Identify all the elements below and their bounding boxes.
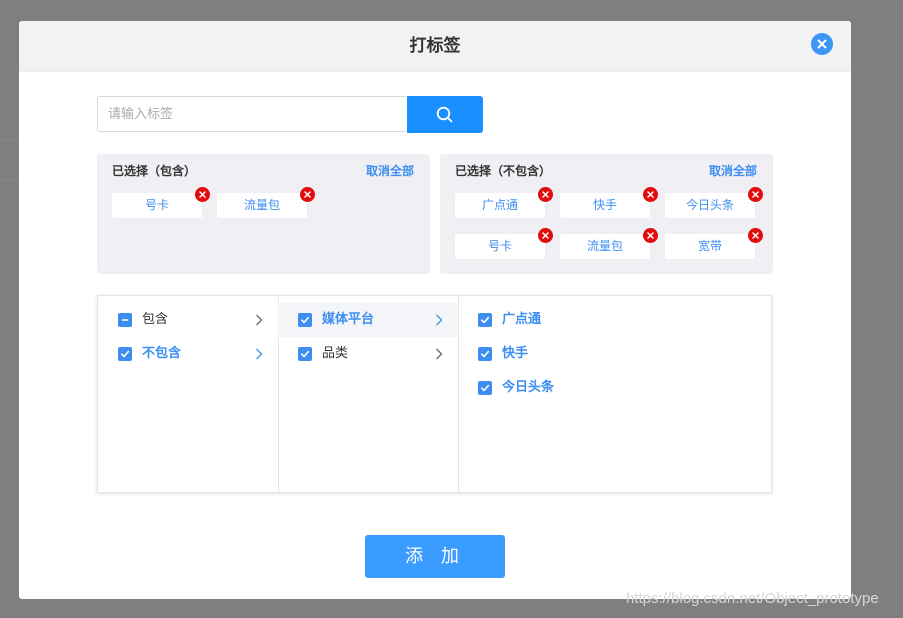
close-icon: [752, 232, 759, 239]
selected-tag: 号卡: [455, 228, 553, 259]
tag-remove-button[interactable]: [748, 187, 763, 202]
selected-include-title: 已选择（包含）: [112, 164, 197, 178]
selected-tag: 广点通: [455, 187, 553, 218]
cascader-column-1: 包含 不包含: [98, 296, 279, 492]
dialog-title: 打标签: [409, 36, 461, 56]
close-icon: [542, 191, 549, 198]
check-icon: [301, 316, 310, 324]
close-icon: [647, 191, 654, 198]
search-button[interactable]: [407, 96, 483, 133]
cascader-option-guangdiantong[interactable]: 广点通: [458, 303, 771, 337]
add-button[interactable]: 添 加: [365, 535, 505, 578]
close-icon: [817, 39, 827, 49]
tag-remove-button[interactable]: [748, 228, 763, 243]
selected-tag: 快手: [560, 187, 658, 218]
tag-remove-button[interactable]: [538, 228, 553, 243]
chevron-right-icon: [436, 314, 443, 326]
chevron-right-icon: [436, 348, 443, 360]
option-label: 包含: [142, 312, 169, 327]
tag-label: 广点通: [481, 198, 518, 212]
option-label: 品类: [322, 346, 349, 361]
backdrop-divider: [0, 179, 20, 180]
tag-label: 今日头条: [685, 198, 734, 212]
chevron-right-icon: [256, 348, 263, 360]
option-label: 媒体平台: [322, 312, 375, 327]
checkbox-checked[interactable]: [298, 313, 312, 327]
backdrop-divider: [0, 139, 20, 140]
selected-exclude-title: 已选择（不包含）: [455, 164, 552, 178]
option-label: 快手: [502, 346, 529, 361]
checkbox-checked[interactable]: [478, 313, 492, 327]
cascader-option-media-platform[interactable]: 媒体平台: [278, 303, 457, 337]
close-icon: [647, 232, 654, 239]
close-button[interactable]: [811, 33, 833, 55]
tag-label: 号卡: [487, 239, 512, 253]
check-icon: [481, 384, 490, 392]
tag-label: 快手: [592, 198, 617, 212]
tag-remove-button[interactable]: [300, 187, 315, 202]
tag-remove-button[interactable]: [195, 187, 210, 202]
chevron-right-icon: [256, 314, 263, 326]
tag-remove-button[interactable]: [643, 228, 658, 243]
check-icon: [481, 350, 490, 358]
tag-remove-button[interactable]: [643, 187, 658, 202]
option-label: 广点通: [502, 312, 542, 327]
close-icon: [752, 191, 759, 198]
clear-exclude-link[interactable]: 取消全部: [709, 162, 757, 179]
clear-include-link[interactable]: 取消全部: [366, 162, 414, 179]
dialog-header: 打标签: [19, 21, 851, 72]
tag-label: 流量包: [243, 198, 280, 212]
selected-exclude-panel: 已选择（不包含） 取消全部 广点通 快手 今日头条 号卡 流量包 宽带: [440, 154, 773, 274]
close-icon: [542, 232, 549, 239]
cascader-column-3: 广点通 快手 今日头条: [458, 296, 771, 492]
cascader-option-include[interactable]: 包含: [98, 303, 277, 337]
selected-tag: 宽带: [665, 228, 763, 259]
option-label: 今日头条: [502, 380, 555, 395]
search-icon: [436, 106, 453, 123]
close-icon: [304, 191, 311, 198]
check-icon: [301, 350, 310, 358]
check-icon: [121, 350, 130, 358]
cascader-option-exclude[interactable]: 不包含: [98, 337, 277, 371]
minus-icon: [121, 319, 129, 321]
checkbox-checked[interactable]: [478, 347, 492, 361]
close-icon: [199, 191, 206, 198]
tag-remove-button[interactable]: [538, 187, 553, 202]
checkbox-checked[interactable]: [478, 381, 492, 395]
selected-tag: 今日头条: [665, 187, 763, 218]
tag-label: 流量包: [586, 239, 623, 253]
watermark: https://blog.csdn.net/Object_prototype: [626, 590, 879, 607]
cascader-option-toutiao[interactable]: 今日头条: [458, 371, 771, 405]
tag-dialog: 打标签 已选择（包含） 取消全部 号卡 流量包: [19, 21, 851, 599]
selected-include-panel: 已选择（包含） 取消全部 号卡 流量包: [97, 154, 430, 274]
cascader-option-kuaishou[interactable]: 快手: [458, 337, 771, 371]
cascader-option-category[interactable]: 品类: [278, 337, 457, 371]
tag-label: 宽带: [697, 239, 722, 253]
check-icon: [481, 316, 490, 324]
selected-tag: 号卡: [112, 187, 210, 218]
checkbox-checked[interactable]: [298, 347, 312, 361]
cascader-column-2: 媒体平台 品类: [278, 296, 459, 492]
tag-label: 号卡: [144, 198, 169, 212]
checkbox-checked[interactable]: [118, 347, 132, 361]
selected-tag: 流量包: [560, 228, 658, 259]
option-label: 不包含: [142, 346, 182, 361]
selected-tag: 流量包: [217, 187, 315, 218]
checkbox-indeterminate[interactable]: [118, 313, 132, 327]
search-input[interactable]: [97, 96, 406, 132]
tag-cascader: 包含 不包含 媒体平台 品类 广点通 快手 今日头条: [97, 295, 772, 493]
